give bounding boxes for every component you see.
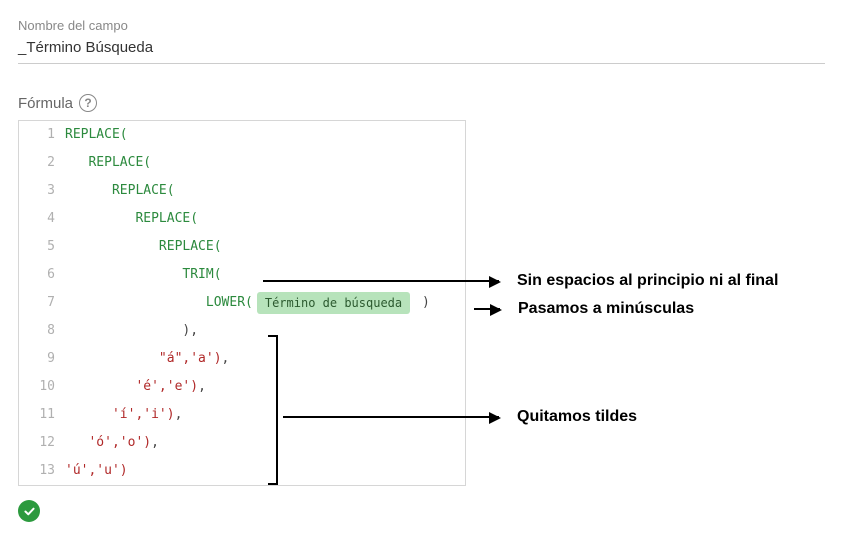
code-token: REPLACE(: [65, 121, 128, 149]
formula-label: Fórmula: [18, 95, 73, 112]
code-indent: [65, 317, 182, 345]
code-token: REPLACE(: [88, 149, 151, 177]
annotation-text: Sin espacios al principio ni al final: [517, 272, 778, 290]
annotation-arrow-lower: Pasamos a minúsculas: [474, 300, 694, 318]
code-indent: [65, 261, 182, 289]
code-token: LOWER(: [206, 289, 253, 317]
field-name-group: Nombre del campo _Término Búsqueda: [18, 18, 825, 64]
line-number: 1: [19, 121, 65, 149]
code-token: "á",'a'): [159, 345, 222, 373]
code-line: 1REPLACE(: [19, 121, 465, 149]
annotation-text: Quitamos tildes: [517, 408, 637, 426]
field-name-label: Nombre del campo: [18, 18, 825, 33]
code-indent: [65, 289, 206, 317]
code-indent: [65, 373, 135, 401]
code-line: 2 REPLACE(: [19, 149, 465, 177]
code-token: REPLACE(: [112, 177, 175, 205]
code-token: 'ó','o'): [88, 429, 151, 457]
code-indent: [65, 149, 88, 177]
line-number: 2: [19, 149, 65, 177]
code-token: ),: [182, 317, 198, 345]
line-number: 13: [19, 457, 65, 485]
code-line: 13'ú','u'): [19, 457, 465, 485]
line-number: 5: [19, 233, 65, 261]
line-number: 4: [19, 205, 65, 233]
code-token: TRIM(: [182, 261, 221, 289]
line-number: 10: [19, 373, 65, 401]
code-line: 10 'é','e'),: [19, 373, 465, 401]
annotation-text: Pasamos a minúsculas: [518, 300, 694, 318]
arrow-line-icon: [474, 308, 500, 310]
editor-wrapper: 1REPLACE( 2 REPLACE( 3 REPLACE( 4 REPLAC…: [18, 120, 825, 486]
code-token: REPLACE(: [135, 205, 198, 233]
line-number: 11: [19, 401, 65, 429]
field-name-input[interactable]: _Término Búsqueda: [18, 39, 825, 64]
code-token: ,: [222, 345, 230, 373]
code-line: 5 REPLACE(: [19, 233, 465, 261]
code-indent: [65, 177, 112, 205]
code-line: 7 LOWER(Término de búsqueda ): [19, 289, 465, 317]
formula-code-editor[interactable]: 1REPLACE( 2 REPLACE( 3 REPLACE( 4 REPLAC…: [18, 120, 466, 486]
code-indent: [65, 401, 112, 429]
code-indent: [65, 233, 159, 261]
line-number: 7: [19, 289, 65, 317]
code-line: 4 REPLACE(: [19, 205, 465, 233]
code-indent: [65, 345, 159, 373]
field-pill[interactable]: Término de búsqueda: [257, 292, 410, 314]
code-line: 6 TRIM(: [19, 261, 465, 289]
code-token: 'é','e'): [135, 373, 198, 401]
line-number: 6: [19, 261, 65, 289]
line-number: 3: [19, 177, 65, 205]
code-token: ,: [151, 429, 159, 457]
code-token: 'í','i'): [112, 401, 175, 429]
code-token: REPLACE(: [159, 233, 222, 261]
code-token: ): [414, 289, 430, 317]
code-indent: [65, 429, 88, 457]
code-line: 12 'ó','o'),: [19, 429, 465, 457]
line-number: 9: [19, 345, 65, 373]
field-name-value: _Término Búsqueda: [18, 39, 153, 56]
help-icon[interactable]: ?: [79, 94, 97, 112]
code-token: 'ú','u'): [65, 457, 128, 485]
code-token: ,: [175, 401, 183, 429]
valid-formula-icon: [18, 500, 40, 522]
line-number: 8: [19, 317, 65, 345]
code-indent: [65, 205, 135, 233]
code-line: 3 REPLACE(: [19, 177, 465, 205]
code-token: ,: [198, 373, 206, 401]
code-line: 8 ),: [19, 317, 465, 345]
code-line: 11 'í','i'),: [19, 401, 465, 429]
code-line: 9 "á",'a'),: [19, 345, 465, 373]
formula-header: Fórmula ?: [18, 94, 825, 112]
line-number: 12: [19, 429, 65, 457]
